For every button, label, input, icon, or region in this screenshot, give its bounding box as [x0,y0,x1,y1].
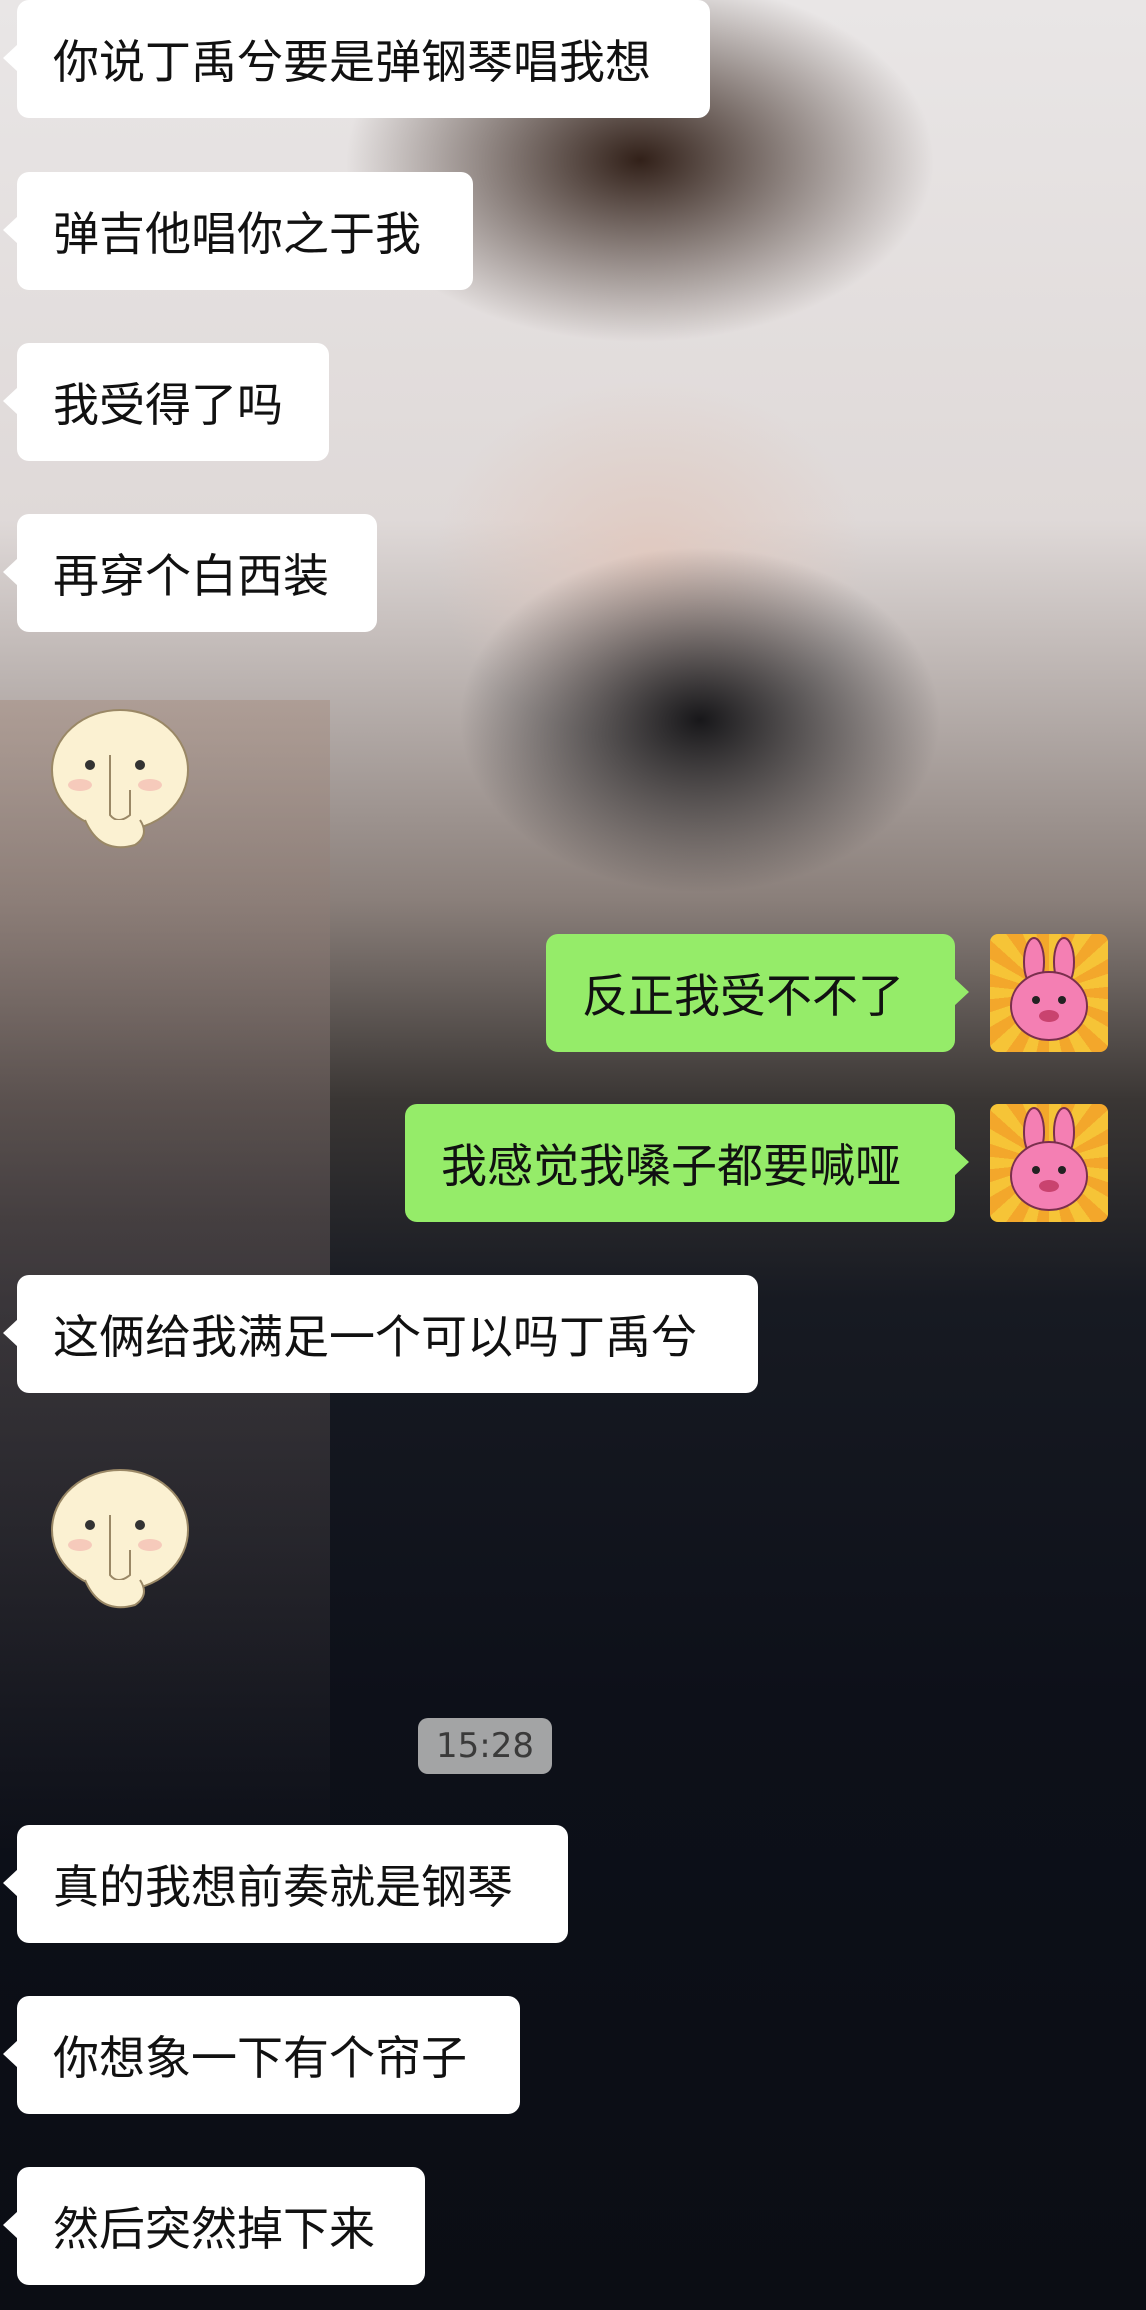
pink-bunny-avatar-icon [1010,937,1088,1041]
timestamp-badge: 15:28 [418,1718,552,1774]
message-text: 然后突然掉下来 [53,2202,375,2256]
message-bubble-incoming[interactable]: 你说丁禹兮要是弹钢琴唱我想 [3,0,710,118]
user-avatar[interactable] [990,934,1108,1052]
message-bubble-incoming[interactable]: 弹吉他唱你之于我 [3,172,473,290]
message-bubble-outgoing[interactable]: 我感觉我嗓子都要喊哑 [405,1104,969,1222]
message-bubble-incoming[interactable]: 然后突然掉下来 [3,2167,425,2285]
message-text: 再穿个白西装 [53,549,329,603]
message-bubble-incoming[interactable]: 这俩给我满足一个可以吗丁禹兮 [3,1275,758,1393]
message-text: 我受得了吗 [53,378,283,432]
bun-covering-mouth-sticker[interactable] [40,695,200,865]
message-text: 你想象一下有个帘子 [53,2031,467,2085]
message-bubble-incoming[interactable]: 真的我想前奏就是钢琴 [3,1825,568,1943]
message-bubble-incoming[interactable]: 你想象一下有个帘子 [3,1996,520,2114]
timestamp-text: 15:28 [436,1726,534,1766]
message-text: 弹吉他唱你之于我 [53,207,421,261]
message-text: 你说丁禹兮要是弹钢琴唱我想 [53,35,651,89]
message-text: 真的我想前奏就是钢琴 [53,1860,513,1914]
user-avatar[interactable] [990,1104,1108,1222]
message-text: 这俩给我满足一个可以吗丁禹兮 [53,1310,697,1364]
message-bubble-incoming[interactable]: 再穿个白西装 [3,514,377,632]
pink-bunny-avatar-icon [1010,1107,1088,1211]
message-text: 我感觉我嗓子都要喊哑 [441,1139,901,1193]
bun-covering-mouth-sticker[interactable] [40,1455,200,1625]
message-text: 反正我受不不了 [582,969,904,1023]
message-bubble-incoming[interactable]: 我受得了吗 [3,343,329,461]
message-bubble-outgoing[interactable]: 反正我受不不了 [546,934,969,1052]
